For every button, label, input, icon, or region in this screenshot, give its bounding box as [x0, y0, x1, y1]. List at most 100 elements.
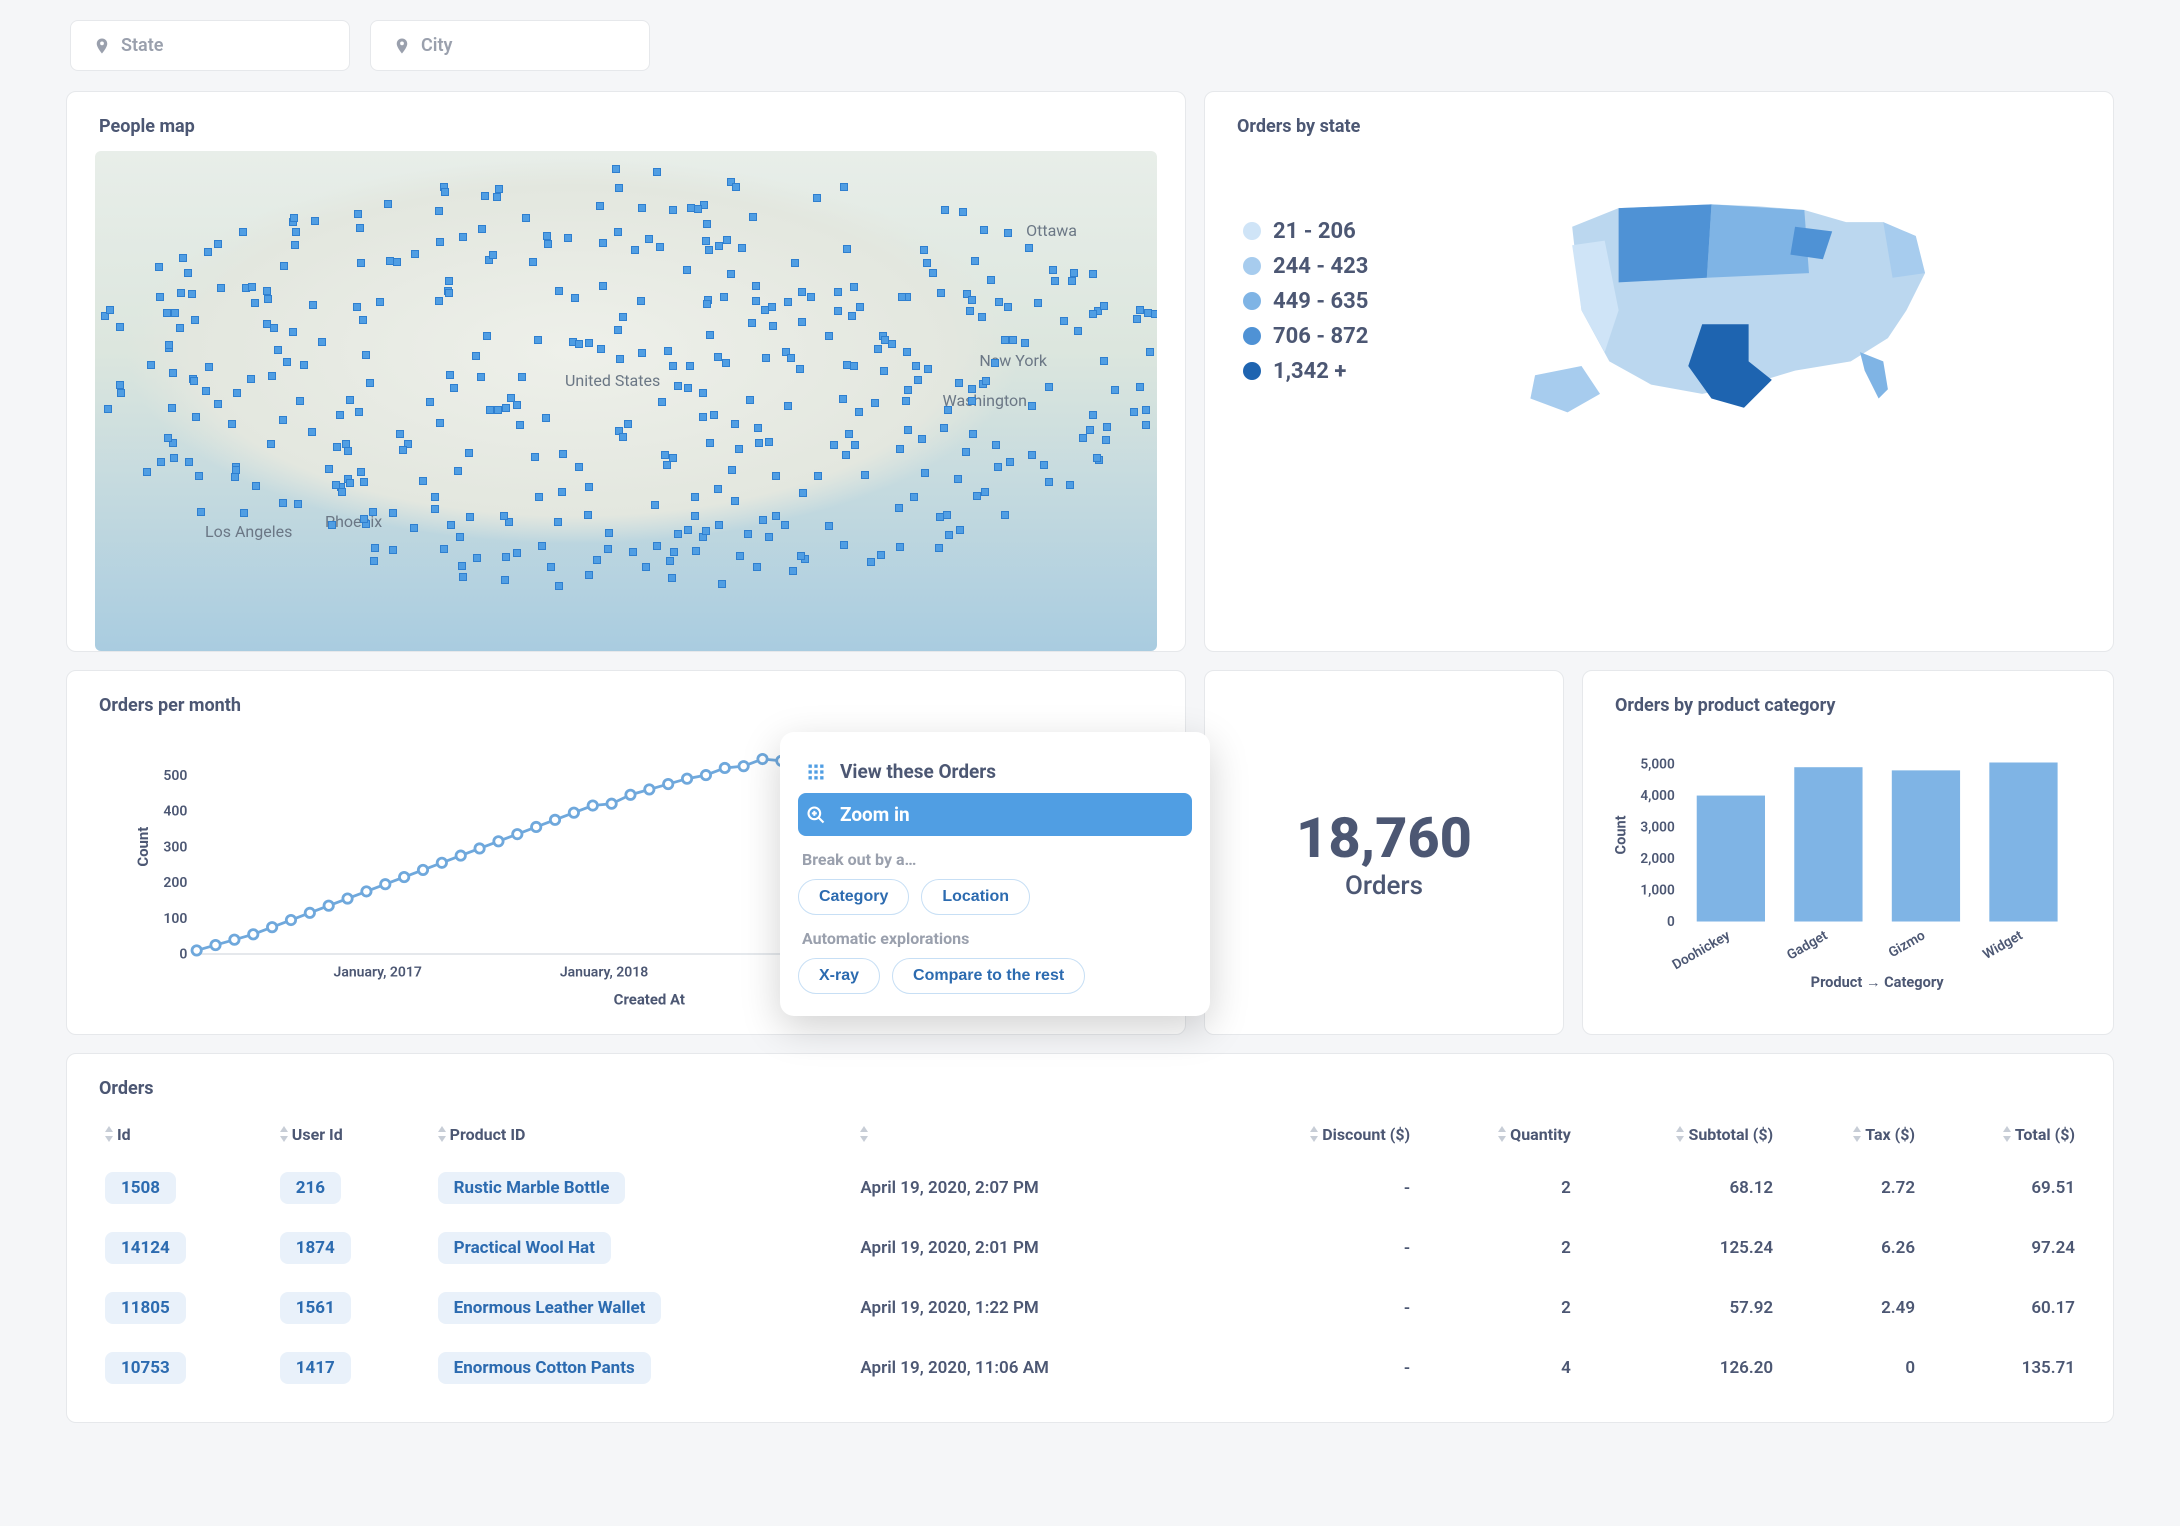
svg-text:Created At: Created At	[614, 990, 685, 1008]
pill-user_id[interactable]: 1561	[280, 1292, 351, 1324]
breakout-chip-category[interactable]: Category	[798, 879, 909, 915]
people-map-viz[interactable]: Ottawa New York Washington United States…	[95, 151, 1157, 651]
pill-id[interactable]: 11805	[105, 1292, 186, 1324]
cell-discount: -	[1212, 1218, 1420, 1278]
svg-text:400: 400	[163, 804, 187, 820]
svg-text:Count: Count	[1612, 815, 1630, 854]
card-orders-by-state: Orders by state 21 - 206244 - 423449 - 6…	[1204, 91, 2114, 652]
cell-id: 14124	[95, 1218, 270, 1278]
bar-chart[interactable]: 01,0002,0003,0004,0005,000CountDoohickey…	[1611, 730, 2085, 1000]
cell-id: 1508	[95, 1158, 270, 1218]
legend-label: 706 - 872	[1273, 324, 1368, 349]
filter-state[interactable]: State	[70, 20, 350, 71]
filter-bar: State City	[30, 0, 2150, 91]
col-label: User Id	[292, 1125, 343, 1144]
col-user_id[interactable]: User Id	[270, 1113, 428, 1158]
pill-id[interactable]: 1508	[105, 1172, 176, 1204]
cell-created_at: April 19, 2020, 11:06 AM	[850, 1338, 1212, 1398]
cell-product_id: Enormous Cotton Pants	[428, 1338, 851, 1398]
col-product_id[interactable]: Product ID	[428, 1113, 851, 1158]
col-quantity[interactable]: Quantity	[1420, 1113, 1581, 1158]
zoom-icon	[806, 805, 826, 825]
auto-chips: X-ray Compare to the rest	[798, 958, 1192, 994]
pill-product_id[interactable]: Practical Wool Hat	[438, 1232, 611, 1264]
col-label: Subtotal ($)	[1688, 1125, 1773, 1144]
card-orders-table: Orders Id User Id Product ID Discount ($) Qu…	[66, 1053, 2114, 1423]
auto-chip-x-ray[interactable]: X-ray	[798, 958, 880, 994]
col-tax[interactable]: Tax ($)	[1783, 1113, 1925, 1158]
svg-text:1,000: 1,000	[1640, 883, 1675, 899]
svg-text:Doohickey: Doohickey	[1670, 927, 1733, 973]
legend-item: 706 - 872	[1243, 324, 1368, 349]
us-choropleth-map[interactable]	[1404, 171, 2075, 431]
pill-product_id[interactable]: Rustic Marble Bottle	[438, 1172, 626, 1204]
col-created_at[interactable]	[850, 1113, 1212, 1158]
cell-discount: -	[1212, 1338, 1420, 1398]
breakout-chip-location[interactable]: Location	[921, 879, 1030, 915]
svg-text:5,000: 5,000	[1640, 757, 1675, 773]
pill-product_id[interactable]: Enormous Leather Wallet	[438, 1292, 662, 1324]
pill-id[interactable]: 10753	[105, 1352, 186, 1384]
cell-tax: 2.72	[1783, 1158, 1925, 1218]
choropleth-legend: 21 - 206244 - 423449 - 635706 - 8721,342…	[1243, 219, 1368, 384]
map-label-ottawa: Ottawa	[1026, 221, 1077, 240]
card-total-orders: 18,760 Orders	[1204, 670, 1564, 1035]
drill-popover: View these Orders Zoom in Break out by a…	[780, 732, 1210, 1016]
total-orders-value: 18,760	[1296, 805, 1472, 871]
svg-text:Product → Category: Product → Category	[1811, 973, 1945, 991]
pin-icon	[393, 37, 411, 55]
legend-swatch	[1243, 257, 1261, 275]
breakout-section-label: Break out by a…	[802, 850, 1188, 869]
map-label-newyork: New York	[979, 351, 1047, 370]
legend-label: 21 - 206	[1273, 219, 1356, 244]
pill-user_id[interactable]: 1417	[280, 1352, 351, 1384]
zoom-in[interactable]: Zoom in	[798, 793, 1192, 836]
col-subtotal[interactable]: Subtotal ($)	[1581, 1113, 1783, 1158]
cell-user_id: 1417	[270, 1338, 428, 1398]
legend-swatch	[1243, 292, 1261, 310]
filter-city[interactable]: City	[370, 20, 650, 71]
svg-text:Gizmo: Gizmo	[1886, 927, 1928, 961]
auto-section-label: Automatic explorations	[802, 929, 1188, 948]
map-label-la: Los Angeles	[205, 522, 292, 541]
legend-item: 1,342 +	[1243, 359, 1368, 384]
view-these-orders[interactable]: View these Orders	[798, 750, 1192, 793]
col-total[interactable]: Total ($)	[1925, 1113, 2085, 1158]
cell-total: 69.51	[1925, 1158, 2085, 1218]
cell-total: 60.17	[1925, 1278, 2085, 1338]
col-label: Id	[117, 1125, 131, 1144]
svg-text:3,000: 3,000	[1640, 820, 1675, 836]
auto-chip-compare-to-the-rest[interactable]: Compare to the rest	[892, 958, 1085, 994]
legend-swatch	[1243, 327, 1261, 345]
svg-text:0: 0	[179, 947, 187, 963]
col-label: Total ($)	[2015, 1125, 2075, 1144]
map-label-washington: Washington	[943, 391, 1027, 410]
pill-user_id[interactable]: 216	[280, 1172, 341, 1204]
col-id[interactable]: Id	[95, 1113, 270, 1158]
cell-total: 97.24	[1925, 1218, 2085, 1278]
pill-product_id[interactable]: Enormous Cotton Pants	[438, 1352, 651, 1384]
pill-user_id[interactable]: 1874	[280, 1232, 351, 1264]
svg-text:Gadget: Gadget	[1784, 927, 1830, 963]
cell-product_id: Enormous Leather Wallet	[428, 1278, 851, 1338]
cell-subtotal: 125.24	[1581, 1218, 1783, 1278]
col-discount[interactable]: Discount ($)	[1212, 1113, 1420, 1158]
card-title: Orders	[99, 1078, 2085, 1099]
cell-quantity: 2	[1420, 1278, 1581, 1338]
col-label: Discount ($)	[1322, 1125, 1410, 1144]
svg-text:300: 300	[163, 839, 187, 855]
cell-product_id: Rustic Marble Bottle	[428, 1158, 851, 1218]
cell-id: 10753	[95, 1338, 270, 1398]
card-title: Orders by state	[1237, 116, 2085, 137]
cell-total: 135.71	[1925, 1338, 2085, 1398]
cell-quantity: 2	[1420, 1158, 1581, 1218]
svg-text:0: 0	[1667, 914, 1675, 930]
svg-text:500: 500	[163, 768, 187, 784]
col-label: Product ID	[450, 1125, 526, 1144]
card-title: Orders per month	[99, 695, 1157, 716]
total-orders-label: Orders	[1296, 871, 1472, 901]
pin-icon	[93, 37, 111, 55]
pill-id[interactable]: 14124	[105, 1232, 186, 1264]
table-row: 10753 1417 Enormous Cotton Pants April 19, …	[95, 1338, 2085, 1398]
legend-swatch	[1243, 222, 1261, 240]
